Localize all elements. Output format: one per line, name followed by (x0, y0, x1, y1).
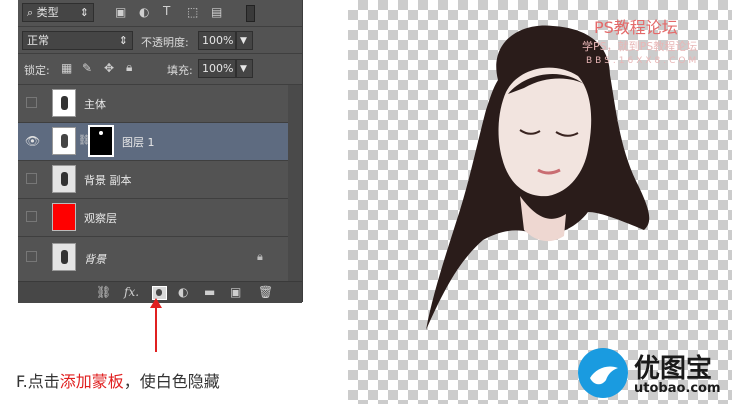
shape-filter-icon[interactable]: ⬚ (187, 5, 198, 19)
filter-type-label: 类型 (36, 6, 59, 19)
arrow-annotation (150, 298, 162, 352)
bird-logo-icon (578, 348, 628, 398)
opacity-value: 100% (202, 34, 234, 47)
lock-label: 锁定: (24, 64, 50, 77)
adjustment-layer-icon[interactable]: ◐ (178, 285, 188, 299)
instruction-text: F.点击添加蒙板，使白色隐藏 (16, 368, 220, 392)
smart-object-filter-icon[interactable]: ▤ (211, 5, 222, 19)
layer-thumbnail (52, 243, 76, 271)
move-icon[interactable]: ✥ (104, 61, 114, 75)
blend-mode-select[interactable]: 正常 ⇕ (22, 31, 133, 50)
adjustment-filter-icon[interactable]: ◐ (139, 5, 149, 19)
eye-icon[interactable]: 👁︎ (25, 134, 40, 148)
visibility-toggle[interactable] (26, 173, 37, 184)
blend-row: 正常 ⇕ 不透明度: 100% ▼ (18, 27, 302, 53)
fill-label: 填充: (167, 64, 193, 77)
opacity-field[interactable]: 100% (198, 31, 236, 50)
layer-mask-thumbnail[interactable] (88, 125, 114, 157)
fill-value: 100% (202, 62, 234, 75)
scrollbar[interactable] (288, 85, 302, 281)
layer-row-layer1[interactable]: 👁︎ ⛓︎ 图层 1 (18, 123, 288, 161)
filter-toggle[interactable] (246, 5, 255, 22)
layer-thumbnail (52, 127, 76, 155)
watermark-url: BBS.16XX8.COM (586, 56, 700, 66)
layer-name: 观察层 (84, 212, 117, 225)
chevron-down-icon: ▼ (240, 36, 247, 46)
fill-dropdown-button[interactable]: ▼ (236, 59, 253, 78)
layers-panel: ⌕ 类型 ⇕ ▣ ◐ T ⬚ ▤ 正常 ⇕ 不透明度: 100% ▼ 锁定: ▦… (18, 0, 303, 303)
canvas-preview: PS教程论坛 学PS，就到PS教程论坛 BBS.16XX8.COM (348, 0, 732, 404)
layer-thumbnail (52, 89, 76, 117)
instruction-suffix: ，使白色隐藏 (123, 372, 220, 391)
lock-row: 锁定: ▦ ✎ ✥ 🔒︎ 填充: 100% ▼ (18, 54, 302, 84)
layer-name: 图层 1 (122, 136, 155, 149)
search-icon: ⌕ (27, 6, 34, 19)
layer-thumbnail (52, 203, 76, 231)
layer-row-observe[interactable]: 观察层 (18, 199, 288, 237)
lock-transparent-icon[interactable]: ▦ (61, 61, 72, 75)
visibility-toggle[interactable] (26, 251, 37, 262)
opacity-dropdown-button[interactable]: ▼ (236, 31, 253, 50)
lock-icon: 🔒︎ (257, 250, 263, 263)
stepper-icon: ⇕ (79, 6, 89, 19)
blend-mode-value: 正常 (27, 34, 49, 47)
type-filter-icon[interactable]: T (163, 4, 170, 18)
layer-row-background[interactable]: 背景 🔒︎ (18, 237, 288, 281)
instruction-prefix: F.点击 (16, 372, 60, 391)
layer-row-main[interactable]: 主体 (18, 85, 288, 123)
pixel-filter-icon[interactable]: ▣ (115, 5, 126, 19)
folder-icon[interactable]: ▬ (204, 285, 215, 299)
watermark-subtitle: 学PS，就到PS教程论坛 (582, 40, 698, 53)
fill-field[interactable]: 100% (198, 59, 236, 78)
layer-row-bg-copy[interactable]: 背景 副本 (18, 161, 288, 199)
filter-type-select[interactable]: ⌕ 类型 ⇕ (22, 3, 94, 22)
logo-url: utobao.com (634, 381, 721, 396)
trash-icon[interactable]: 🗑︎ (258, 285, 273, 299)
watermark-title: PS教程论坛 (594, 18, 678, 37)
stepper-icon: ⇕ (118, 34, 128, 47)
layer-thumbnail (52, 165, 76, 193)
link-layers-icon[interactable]: ⛓︎ (96, 285, 111, 299)
instruction-highlight: 添加蒙板 (59, 372, 124, 391)
layer-style-button[interactable]: fx. (124, 285, 139, 299)
layer-name: 背景 (84, 253, 106, 266)
brush-icon[interactable]: ✎ (82, 61, 92, 75)
chevron-down-icon: ▼ (240, 64, 247, 74)
new-layer-icon[interactable]: ▣ (230, 285, 241, 299)
filter-row: ⌕ 类型 ⇕ ▣ ◐ T ⬚ ▤ (18, 0, 302, 26)
visibility-toggle[interactable] (26, 97, 37, 108)
mask-icon (156, 289, 162, 296)
layer-name: 主体 (84, 98, 106, 111)
opacity-label: 不透明度: (141, 36, 189, 49)
lock-icon[interactable]: 🔒︎ (126, 60, 132, 75)
logo-name: 优图宝 (634, 354, 713, 384)
layer-name: 背景 副本 (84, 174, 132, 187)
visibility-toggle[interactable] (26, 211, 37, 222)
